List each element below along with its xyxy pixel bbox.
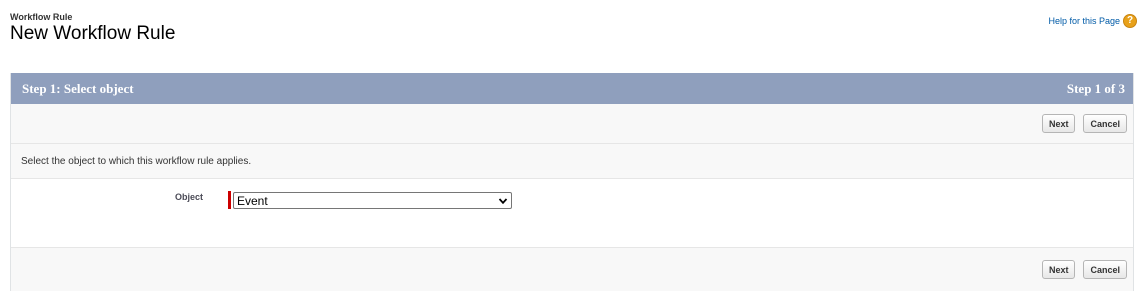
object-select-value: Event bbox=[237, 193, 268, 208]
help-link-text[interactable]: Help for this Page bbox=[1048, 16, 1120, 26]
question-mark-icon[interactable]: ? bbox=[1123, 14, 1137, 28]
step-progress: Step 1 of 3 bbox=[1066, 80, 1125, 96]
next-button-top[interactable]: Next bbox=[1041, 114, 1076, 133]
workflow-rule-page: Workflow Rule New Workflow Rule Help for… bbox=[0, 0, 1142, 291]
step-panel: Step 1: Select object Step 1 of 3 Next C… bbox=[10, 73, 1134, 291]
bottom-button-row: Next Cancel bbox=[11, 248, 1133, 291]
object-label: Object bbox=[175, 192, 204, 202]
instructions-text: Select the object to which this workflow… bbox=[11, 144, 1133, 179]
help-link[interactable]: Help for this Page ? bbox=[1048, 14, 1137, 28]
top-button-row: Next Cancel bbox=[11, 104, 1133, 144]
required-indicator bbox=[228, 191, 231, 209]
breadcrumb: Workflow Rule bbox=[10, 12, 73, 22]
page-header: Workflow Rule New Workflow Rule bbox=[10, 12, 175, 45]
object-form-section: Object Event bbox=[11, 179, 1133, 248]
step-header: Step 1: Select object Step 1 of 3 bbox=[11, 73, 1133, 104]
chevron-down-icon bbox=[498, 197, 508, 204]
page-title: New Workflow Rule bbox=[10, 23, 176, 44]
cancel-button-bottom[interactable]: Cancel bbox=[1083, 260, 1127, 279]
next-button-bottom[interactable]: Next bbox=[1041, 260, 1076, 279]
object-select[interactable]: Event bbox=[233, 192, 512, 209]
cancel-button-top[interactable]: Cancel bbox=[1083, 114, 1127, 133]
step-title: Step 1: Select object bbox=[22, 80, 134, 96]
